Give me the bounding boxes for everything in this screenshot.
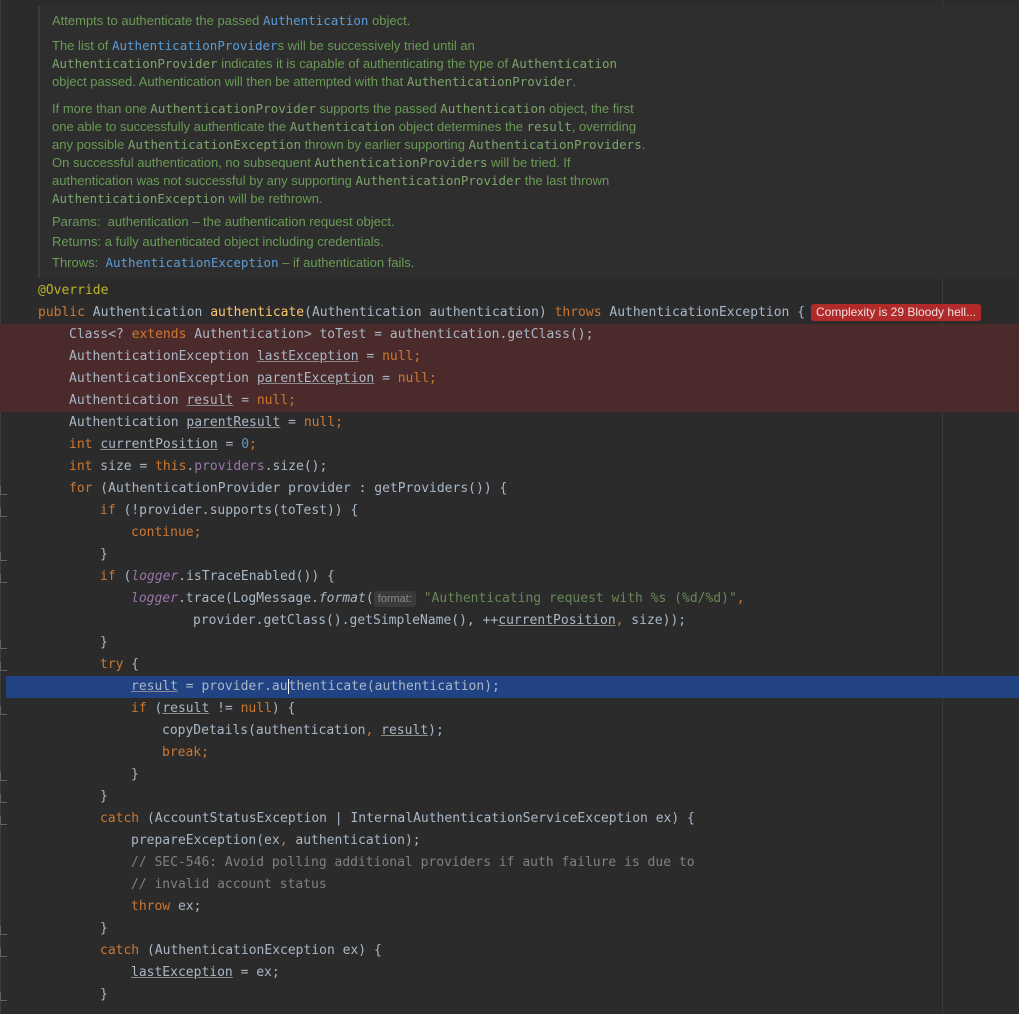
code-line[interactable]: Class<? extends Authentication> toTest =… <box>0 324 1019 346</box>
fold-marker-icon[interactable] <box>0 992 7 1001</box>
fold-marker-icon[interactable] <box>0 772 7 781</box>
doc-params: Params: authentication – the authenticat… <box>52 214 395 229</box>
doc-p3-line2: one able to successfully authenticate th… <box>52 119 637 134</box>
code-line[interactable]: if (result != null) { <box>0 698 1019 720</box>
doc-throws: Throws: AuthenticationException – if aut… <box>52 255 415 270</box>
code-line[interactable]: int currentPosition = 0; <box>0 434 1019 456</box>
code-line[interactable]: int size = this.providers.size(); <box>0 456 1019 478</box>
code-line[interactable]: continue; <box>0 522 1019 544</box>
code-line[interactable]: for (AuthenticationProvider provider : g… <box>0 478 1019 500</box>
code-line[interactable]: } <box>0 984 1019 1006</box>
code-line[interactable]: if (logger.isTraceEnabled()) { <box>0 566 1019 588</box>
fold-marker-icon[interactable] <box>0 794 7 803</box>
javadoc-block: Attempts to authenticate the passed Auth… <box>38 6 1019 278</box>
code-line[interactable]: Authentication result = null; <box>0 390 1019 412</box>
code-line[interactable]: AuthenticationException parentException … <box>0 368 1019 390</box>
code-line[interactable]: throw ex; <box>0 896 1019 918</box>
code-line[interactable]: logger.trace(LogMessage.format(format: "… <box>0 588 1019 610</box>
complexity-badge[interactable]: Complexity is 29 Bloody hell... <box>811 304 982 321</box>
code-line-current[interactable]: result = provider.authenticate(authentic… <box>6 676 1019 698</box>
code-line[interactable]: break; <box>0 742 1019 764</box>
code-line[interactable]: } <box>0 544 1019 566</box>
fold-marker-icon[interactable] <box>0 948 7 957</box>
doc-p3-line1: If more than one AuthenticationProvider … <box>52 101 634 116</box>
fold-marker-icon[interactable] <box>0 574 7 583</box>
code-line[interactable]: prepareException(ex, authentication); <box>0 830 1019 852</box>
code-line[interactable]: catch (AccountStatusException | Internal… <box>0 808 1019 830</box>
code-line[interactable]: } <box>0 632 1019 654</box>
code-line[interactable]: } <box>0 764 1019 786</box>
code-line[interactable]: try { <box>0 654 1019 676</box>
code-line[interactable]: provider.getClass().getSimpleName(), ++c… <box>0 610 1019 632</box>
doc-link-authentication[interactable]: Authentication <box>263 13 368 28</box>
code-line[interactable]: if (!provider.supports(toTest)) { <box>0 500 1019 522</box>
fold-marker-icon[interactable] <box>0 552 7 561</box>
doc-p2-line3: object passed. Authentication will then … <box>52 74 577 89</box>
code-line[interactable]: } <box>0 918 1019 940</box>
code-line[interactable]: lastException = ex; <box>0 962 1019 984</box>
code-line[interactable]: // invalid account status <box>0 874 1019 896</box>
code-line-override[interactable]: @Override <box>0 280 1019 302</box>
fold-marker-icon[interactable] <box>0 816 7 825</box>
fold-marker-icon[interactable] <box>0 926 7 935</box>
code-line[interactable]: // SEC-546: Avoid polling additional pro… <box>0 852 1019 874</box>
fold-marker-icon[interactable] <box>0 706 7 715</box>
doc-p2-line1: The list of AuthenticationProviders will… <box>52 38 475 53</box>
param-hint: format: <box>373 591 416 607</box>
fold-marker-icon[interactable] <box>0 662 7 671</box>
fold-marker-icon[interactable] <box>0 486 7 495</box>
code-line[interactable]: copyDetails(authentication, result); <box>0 720 1019 742</box>
doc-p2-line2: AuthenticationProvider indicates it is c… <box>52 56 618 71</box>
doc-link[interactable]: AuthenticationProvider <box>112 38 278 53</box>
doc-summary: Attempts to authenticate the passed Auth… <box>52 13 411 28</box>
fold-marker-icon[interactable] <box>0 508 7 517</box>
fold-marker-icon[interactable] <box>0 640 7 649</box>
code-line[interactable]: } <box>0 786 1019 808</box>
doc-returns: Returns: a fully authenticated object in… <box>52 234 384 249</box>
code-line[interactable]: catch (AuthenticationException ex) { <box>0 940 1019 962</box>
doc-link-exception[interactable]: AuthenticationException <box>105 255 278 270</box>
doc-p3-line5: authentication was not successful by any… <box>52 173 610 188</box>
doc-p3-line6: AuthenticationException will be rethrown… <box>52 191 323 206</box>
doc-p3-line3: any possible AuthenticationException thr… <box>52 137 646 152</box>
code-line[interactable]: Authentication parentResult = null; <box>0 412 1019 434</box>
code-line[interactable]: AuthenticationException lastException = … <box>0 346 1019 368</box>
doc-p3-line4: On successful authentication, no subsequ… <box>52 155 571 170</box>
